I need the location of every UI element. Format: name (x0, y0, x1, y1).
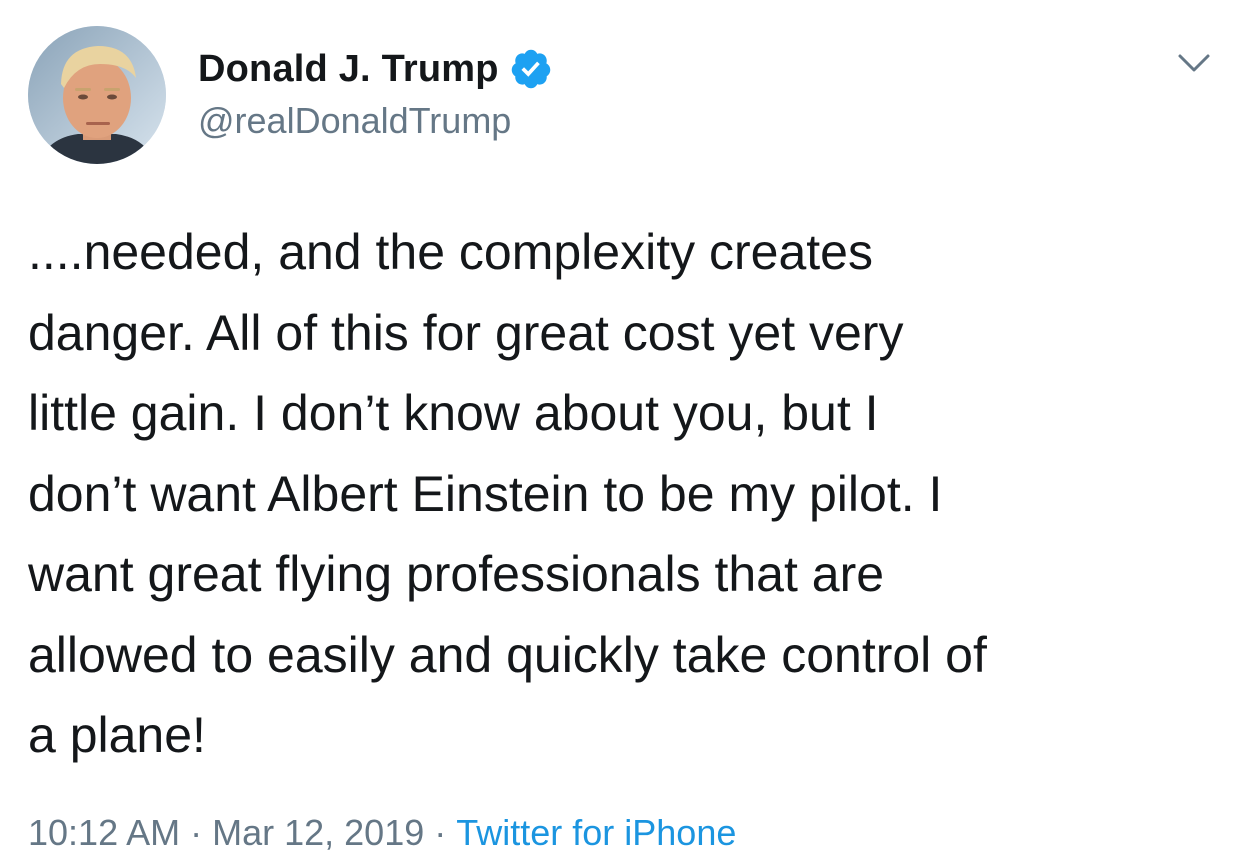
chevron-down-icon[interactable] (1174, 46, 1214, 80)
tweet-card: Donald J. Trump @realDonaldTrump ....nee… (0, 0, 1242, 866)
tweet-meta: 10:12 AM · Mar 12, 2019 · Twitter for iPhone (28, 812, 736, 854)
author-display-name[interactable]: Donald J. Trump (198, 48, 499, 91)
tweet-time[interactable]: 10:12 AM (28, 812, 180, 853)
tweet-text: ....needed, and the complexity creates d… (28, 224, 987, 763)
avatar-image (28, 26, 166, 164)
meta-separator: · (190, 812, 203, 853)
author-name-row: Donald J. Trump (198, 44, 553, 94)
avatar[interactable] (28, 26, 166, 164)
tweet-source-link[interactable]: Twitter for iPhone (456, 812, 736, 853)
tweet-date[interactable]: Mar 12, 2019 (212, 812, 424, 853)
meta-separator: · (434, 812, 447, 853)
author-handle[interactable]: @realDonaldTrump (198, 100, 511, 142)
verified-badge-icon (509, 47, 553, 91)
